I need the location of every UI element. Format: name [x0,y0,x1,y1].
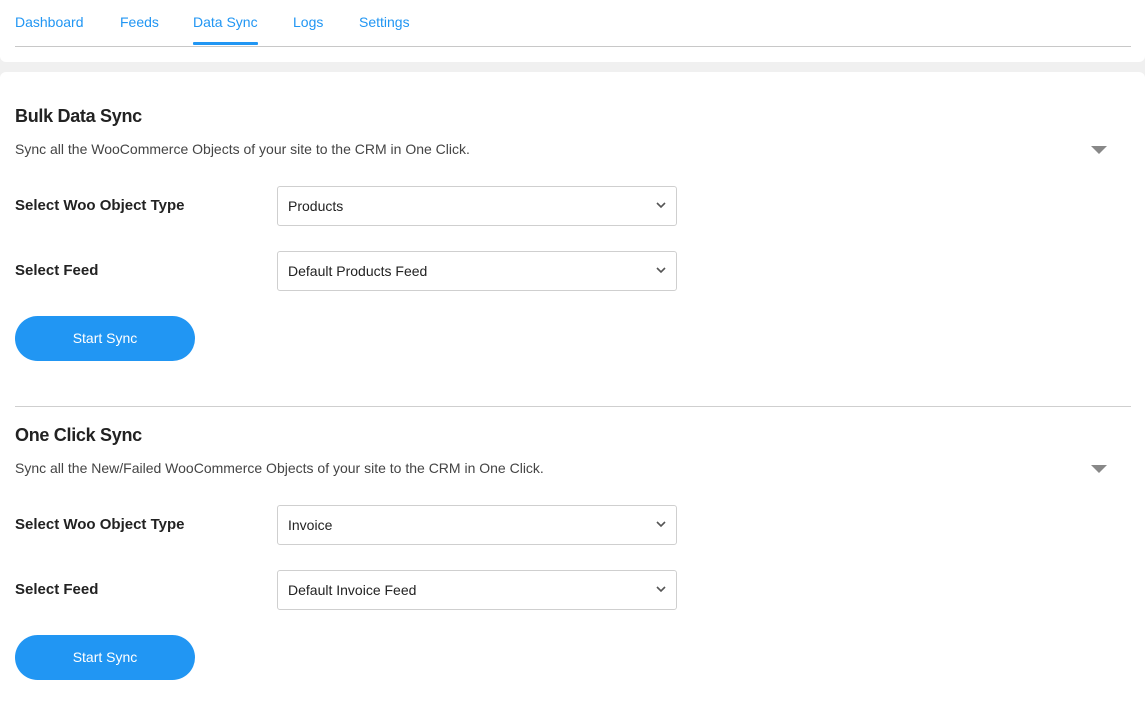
section-description: Sync all the WooCommerce Objects of your… [15,141,470,157]
data-sync-card [0,72,1145,712]
start-sync-button[interactable]: Start Sync [15,316,195,361]
start-sync-button[interactable]: Start Sync [15,635,195,680]
object-type-select[interactable]: Products [277,186,677,226]
select-value: Invoice [288,517,333,533]
tab-dashboard[interactable]: Dashboard [15,14,84,30]
section-title: One Click Sync [15,425,142,445]
tab-data-sync[interactable]: Data Sync [193,14,258,45]
section-description: Sync all the New/Failed WooCommerce Obje… [15,460,544,476]
chevron-down-icon [656,267,666,274]
chevron-down-icon [656,521,666,528]
object-type-label: Select Woo Object Type [15,197,185,214]
select-value: Products [288,198,344,214]
feed-label: Select Feed [15,581,99,598]
top-nav-card: Dashboard Feeds Data Sync Logs Settings [0,0,1145,62]
feed-label: Select Feed [15,262,99,279]
tab-settings[interactable]: Settings [359,14,410,30]
select-value: Default Invoice Feed [288,582,417,598]
feed-select[interactable]: Default Products Feed [277,251,677,291]
object-type-label: Select Woo Object Type [15,516,185,533]
tab-logs[interactable]: Logs [293,14,323,30]
tab-feeds[interactable]: Feeds [120,14,159,30]
section-title: Bulk Data Sync [15,106,142,126]
caret-down-icon[interactable] [1091,146,1107,154]
tab-bar: Dashboard Feeds Data Sync Logs Settings [15,0,1131,47]
select-value: Default Products Feed [288,263,428,279]
feed-select[interactable]: Default Invoice Feed [277,570,677,610]
chevron-down-icon [656,202,666,209]
object-type-select[interactable]: Invoice [277,505,677,545]
section-divider [15,406,1131,407]
chevron-down-icon [656,586,666,593]
caret-down-icon[interactable] [1091,465,1107,473]
